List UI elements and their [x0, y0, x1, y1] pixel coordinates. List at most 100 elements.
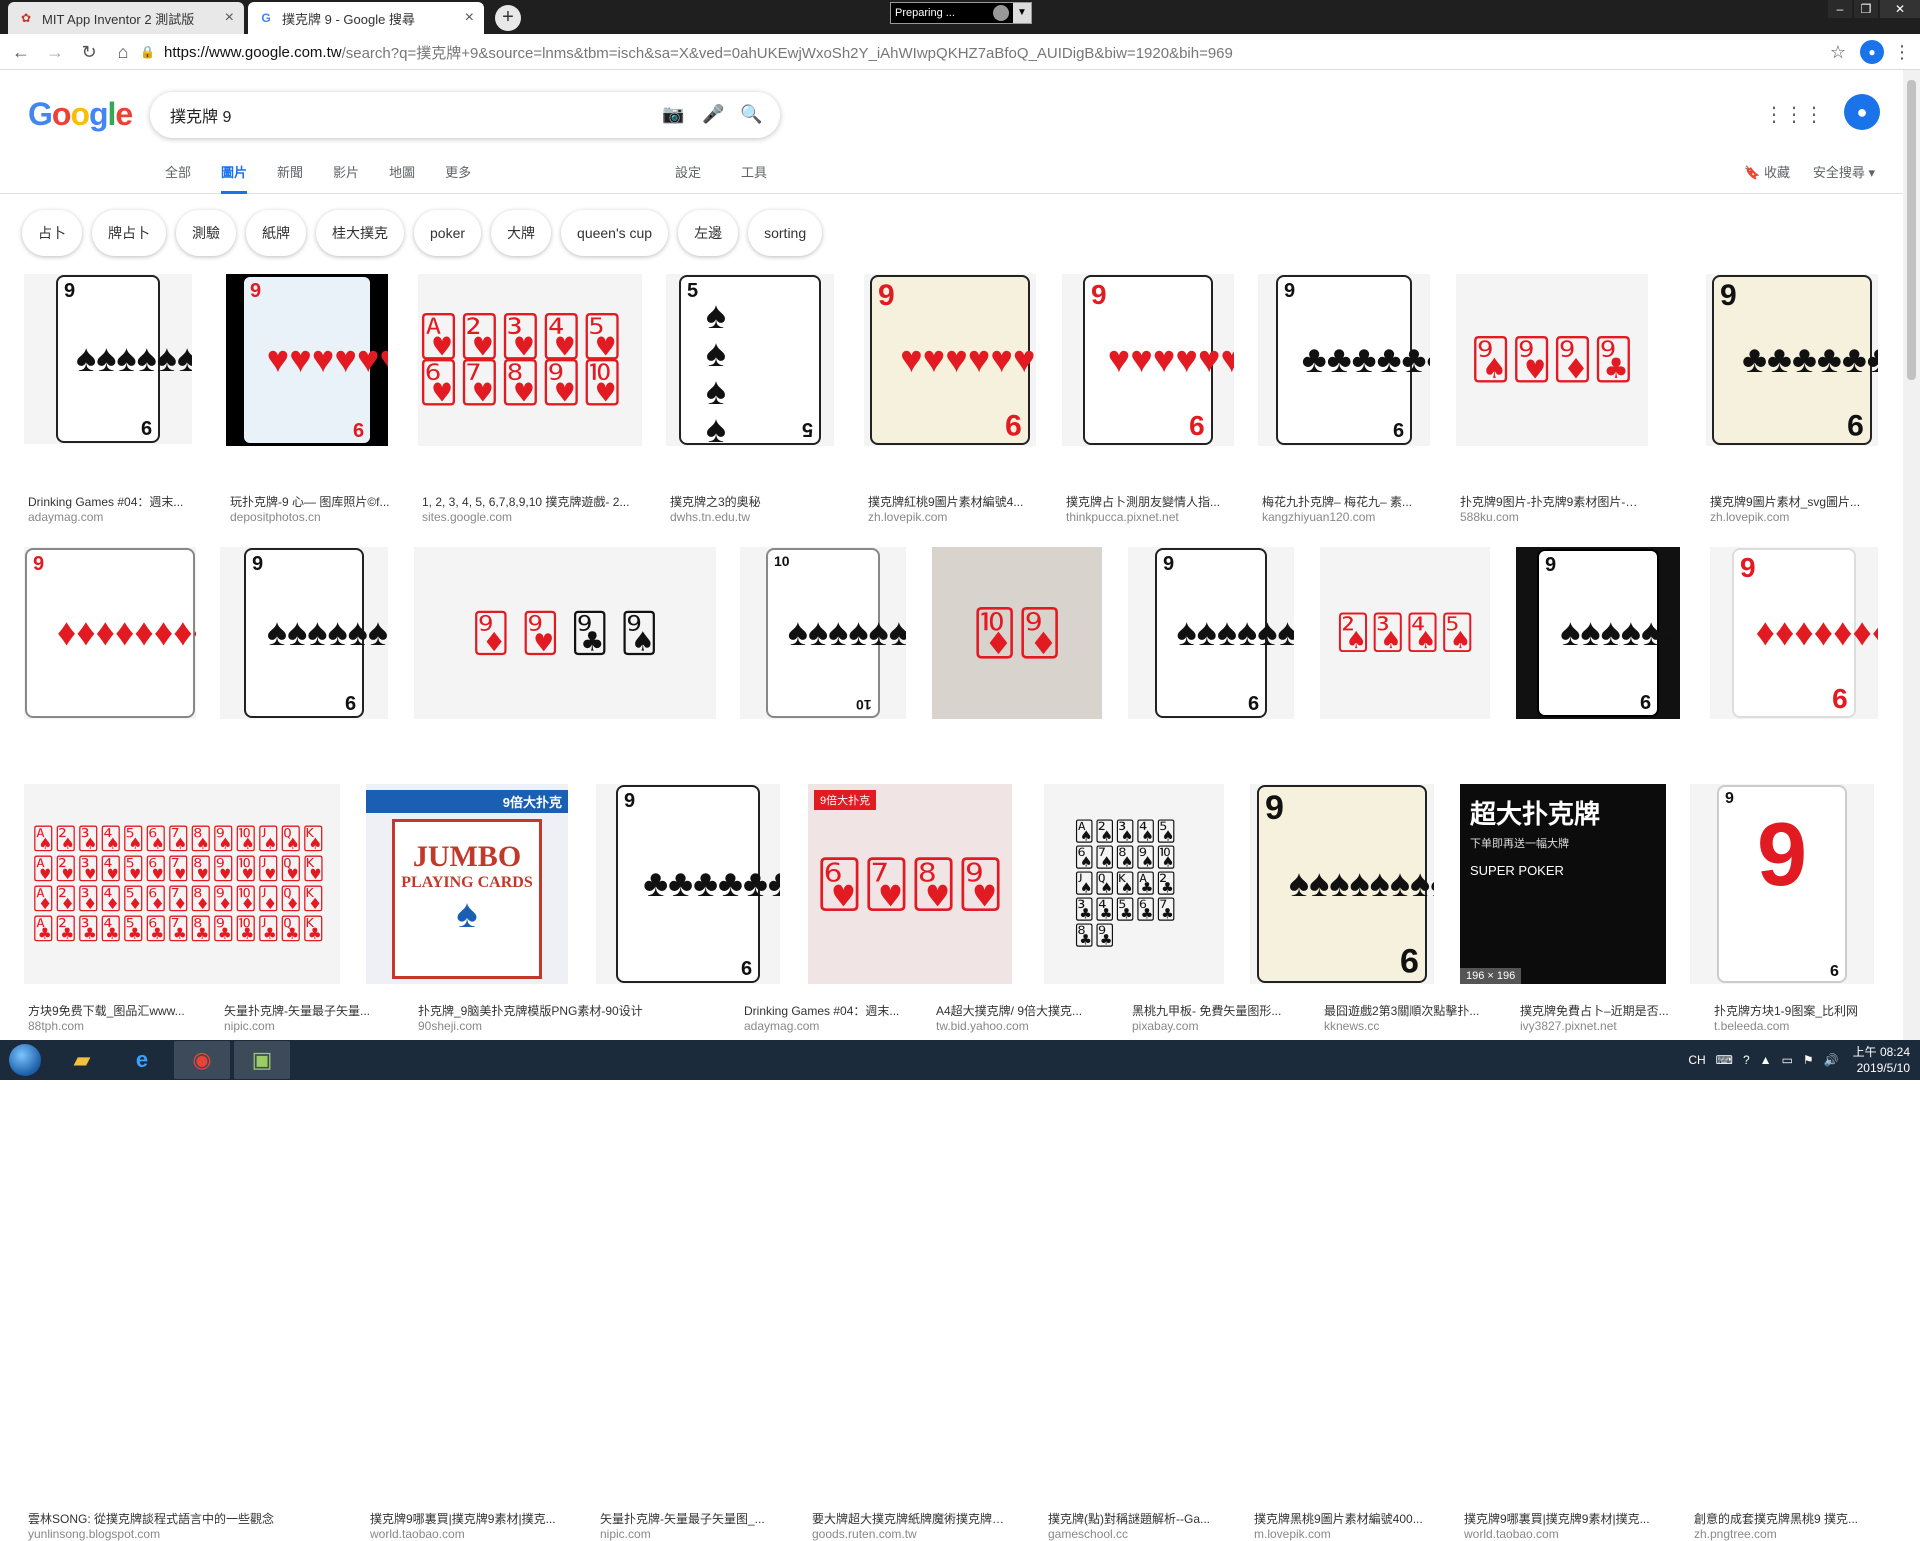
chip[interactable]: 紙牌: [246, 210, 306, 256]
chip[interactable]: queen's cup: [561, 210, 669, 256]
safe-search-label: 安全搜尋: [1812, 165, 1865, 180]
related-search-chips: 占卜 牌占卜 測驗 紙牌 桂大撲克 poker 大牌 queen's cup 左…: [22, 210, 832, 256]
tab-maps[interactable]: 地圖: [389, 162, 415, 194]
app-window-icon[interactable]: ▣: [234, 1041, 290, 1079]
result-caption: A4超大撲克牌/ 9倍大撲克...: [936, 1004, 1083, 1018]
microphone-icon[interactable]: 🎤: [702, 104, 724, 125]
result-source: m.lovepik.com: [1254, 1527, 1331, 1541]
reload-button[interactable]: ↻: [76, 39, 102, 65]
result-source: goods.ruten.com.tw: [812, 1527, 917, 1541]
card-rank: 9: [252, 553, 264, 575]
menu-kebab-icon[interactable]: ⋮: [1890, 40, 1914, 64]
maximize-button[interactable]: ❐: [1854, 0, 1878, 18]
result-source: adaymag.com: [28, 510, 104, 524]
clock[interactable]: 上午 08:24 2019/5/10: [1853, 1044, 1910, 1076]
tab-images[interactable]: 圖片: [221, 162, 248, 194]
result-caption: Drinking Games #04：週末...: [28, 495, 184, 509]
search-input[interactable]: 撲克牌 9 📷 🎤 🔍: [150, 92, 780, 138]
result-source: pixabay.com: [1132, 1019, 1199, 1033]
status-dot-icon: [993, 5, 1009, 21]
ime-icon[interactable]: ⌨: [1716, 1053, 1733, 1067]
result-caption: 梅花九扑克牌– 梅花九– 素...: [1262, 495, 1413, 509]
volume-icon[interactable]: 🔊: [1824, 1053, 1839, 1067]
result-caption: 撲克牌黑桃9圖片素材編號400...: [1254, 1512, 1423, 1526]
profile-avatar[interactable]: ●: [1860, 40, 1884, 64]
scrollbar-thumb[interactable]: [1907, 80, 1916, 380]
chip[interactable]: poker: [414, 210, 482, 256]
card-rank: 9: [1265, 789, 1284, 827]
file-explorer-icon[interactable]: ▰: [54, 1041, 110, 1079]
camera-icon[interactable]: 📷: [662, 104, 684, 125]
browser-toolbar: ← → ↻ ⌂ 🔒 https://www.google.com.tw/sear…: [0, 34, 1920, 70]
spade-icon: ♠: [456, 891, 478, 936]
start-button[interactable]: [0, 1040, 50, 1080]
chip[interactable]: 左邊: [678, 210, 739, 256]
result-source: tw.bid.yahoo.com: [936, 1019, 1029, 1033]
club-icon: ♣♣♣♣♣♣♣♣♣: [1742, 338, 1878, 381]
tab-news[interactable]: 新聞: [277, 162, 303, 194]
result-caption: 扑克牌9图片-扑克牌9素材图片-扑克牌...: [1460, 495, 1648, 509]
chevron-down-icon[interactable]: ▼: [1013, 3, 1031, 23]
settings-link[interactable]: 設定: [675, 162, 701, 181]
result-source: nipic.com: [600, 1527, 651, 1541]
result-source: zh.lovepik.com: [1710, 510, 1790, 524]
close-icon[interactable]: ×: [225, 9, 234, 27]
lock-icon: 🔒: [140, 45, 155, 59]
tab-all[interactable]: 全部: [165, 162, 191, 194]
preparing-label: Preparing ...: [895, 7, 955, 19]
big-poker-title: 超大扑克牌: [1470, 799, 1601, 829]
bookmark-star-icon[interactable]: ☆: [1826, 40, 1850, 64]
spade-icon: ♠♠♠♠♠♠♠♠♠: [76, 337, 192, 380]
card-rank: 9: [344, 691, 356, 713]
result-caption: Drinking Games #04：週末...: [744, 1004, 900, 1018]
window-close-button[interactable]: ✕: [1880, 0, 1920, 18]
tab-app-inventor[interactable]: ✿ MIT App Inventor 2 測試版 ×: [8, 2, 244, 34]
chrome-icon[interactable]: ◉: [174, 1041, 230, 1079]
search-icon[interactable]: 🔍: [740, 104, 762, 125]
google-logo[interactable]: Google: [28, 96, 133, 133]
safe-search-dropdown[interactable]: 安全搜尋 ▾: [1813, 162, 1875, 181]
tab-more[interactable]: 更多: [445, 162, 471, 194]
page-scrollbar[interactable]: [1903, 70, 1920, 1040]
account-avatar[interactable]: ●: [1844, 94, 1880, 130]
flag-icon[interactable]: ⚑: [1803, 1053, 1814, 1067]
chip[interactable]: 桂大撲克: [316, 210, 404, 256]
chip[interactable]: 牌占卜: [92, 210, 166, 256]
club-icon: ♣♣♣♣♣♣♣♣♣: [1301, 338, 1430, 381]
new-tab-button[interactable]: +: [495, 5, 521, 31]
result-source: t.beleeda.com: [1714, 1019, 1790, 1033]
internet-explorer-icon[interactable]: e: [114, 1041, 170, 1079]
image-size-badge: 196 × 196: [1460, 968, 1522, 984]
address-bar[interactable]: 🔒 https://www.google.com.tw/search?q=撲克牌…: [140, 38, 1820, 66]
close-icon[interactable]: ×: [465, 9, 474, 27]
chip[interactable]: 測驗: [176, 210, 236, 256]
card-rank: 9: [352, 418, 364, 440]
apps-grid-icon[interactable]: ⋮⋮⋮: [1764, 102, 1824, 127]
playing-cards-label: PLAYING CARDS: [401, 873, 533, 891]
tab-videos[interactable]: 影片: [333, 162, 359, 194]
chip[interactable]: 大牌: [491, 210, 552, 256]
result-caption: 最囧遊戲2第3關順次點擊扑...: [1324, 1004, 1480, 1018]
chip[interactable]: 占卜: [22, 210, 82, 256]
browser-tab-bar: ✿ MIT App Inventor 2 測試版 × G 撲克牌 9 - Goo…: [0, 0, 1920, 34]
window-controls: – ❐ ✕: [1826, 0, 1920, 20]
home-button[interactable]: ⌂: [110, 39, 136, 65]
back-button[interactable]: ←: [8, 39, 34, 65]
tab-google-search[interactable]: G 撲克牌 9 - Google 搜尋 ×: [248, 2, 484, 34]
tray-chevron-up-icon[interactable]: ▲: [1760, 1053, 1772, 1067]
tools-link[interactable]: 工具: [741, 162, 767, 181]
chip[interactable]: sorting: [748, 210, 823, 256]
language-indicator[interactable]: CH: [1688, 1053, 1705, 1067]
network-icon[interactable]: ▭: [1782, 1053, 1793, 1067]
card-rank: 9: [1091, 279, 1107, 310]
card-rank: 9: [878, 279, 895, 312]
minimize-button[interactable]: –: [1828, 0, 1852, 18]
result-caption: 創意的成套撲克牌黑桃9 撲克...: [1694, 1512, 1859, 1526]
result-caption: 玩扑克牌-9 心— 图库照片©f...: [230, 495, 390, 509]
result-caption: 撲克牌9哪裏買|撲克牌9素材|撲克...: [370, 1512, 556, 1526]
help-icon[interactable]: ?: [1743, 1053, 1750, 1067]
collections-link[interactable]: 🔖 收藏: [1744, 162, 1790, 181]
app-inventor-icon: ✿: [20, 11, 32, 25]
bookmark-icon: 🔖: [1744, 165, 1761, 180]
forward-button[interactable]: →: [42, 39, 68, 65]
